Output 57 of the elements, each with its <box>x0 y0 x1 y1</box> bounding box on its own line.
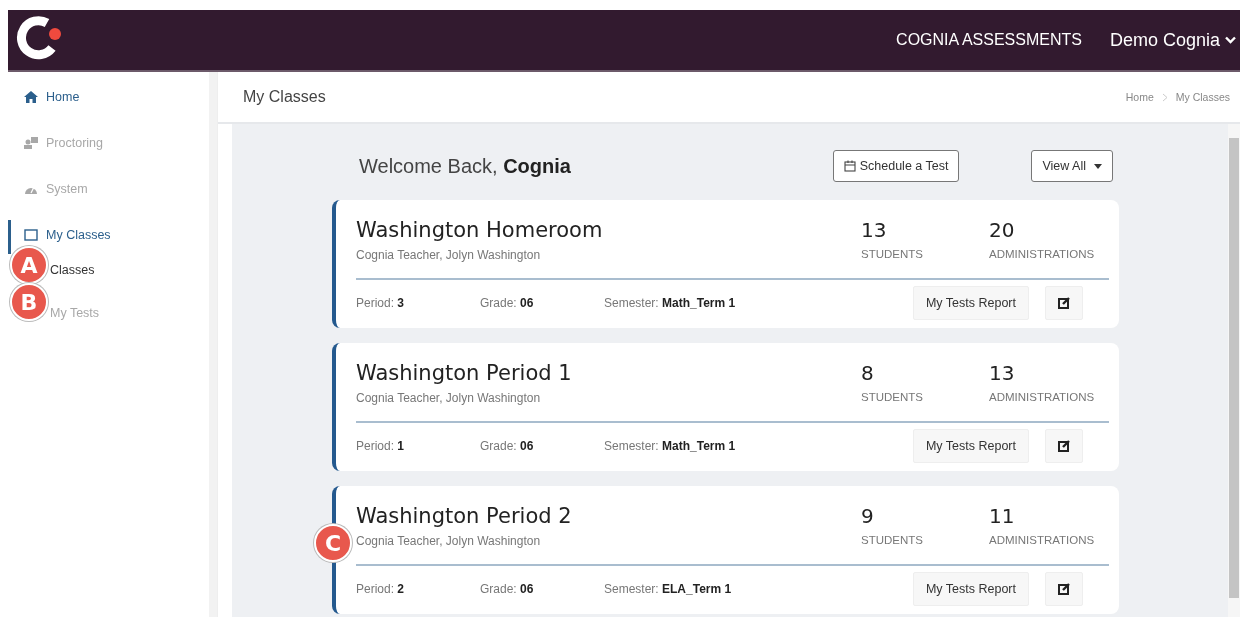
teacher-name: Cognia Teacher, Jolyn Washington <box>356 248 542 262</box>
period-text: Period: 2 <box>356 582 406 596</box>
chevron-icon <box>1161 92 1168 102</box>
administration-count: 13 <box>989 361 1016 385</box>
people-icon <box>24 137 38 149</box>
grade-text: Grade: 06 <box>480 439 535 453</box>
semester-text: Semester: ELA_Term 1 <box>604 582 733 596</box>
welcome-heading: Welcome Back, Cognia <box>359 154 571 178</box>
teacher-name: Cognia Teacher, Jolyn Washington <box>356 391 542 405</box>
edit-icon <box>1057 440 1071 452</box>
report-button[interactable]: My Tests Report <box>912 286 1029 320</box>
student-count: 9 <box>861 504 875 528</box>
student-count: 8 <box>861 361 875 385</box>
administration-count: 11 <box>989 504 1016 528</box>
administration-count: 20 <box>989 218 1016 242</box>
stat-label: STUDENTS <box>861 534 924 546</box>
period-text: Period: 1 <box>356 439 406 453</box>
sidebar-item[interactable]: My Classes <box>24 226 111 244</box>
page-title: My Classes <box>243 88 326 106</box>
edit-button[interactable] <box>1045 286 1083 320</box>
stat-label: STUDENTS <box>861 248 924 260</box>
board-icon <box>24 229 38 241</box>
stat-label: ADMINISTRATIONS <box>989 248 1095 260</box>
view-all-dropdown[interactable]: View All <box>1031 150 1113 182</box>
class-name[interactable]: Washington Period 2 <box>356 504 861 528</box>
scrollbar[interactable] <box>209 72 217 617</box>
stat-label: ADMINISTRATIONS <box>989 534 1095 546</box>
stat-label: ADMINISTRATIONS <box>989 391 1095 403</box>
scrollbar-thumb[interactable] <box>1229 138 1239 598</box>
home-icon <box>24 91 38 103</box>
report-button[interactable]: My Tests Report <box>912 429 1029 463</box>
semester-text: Semester: Math_Term 1 <box>604 439 737 453</box>
semester-text: Semester: Math_Term 1 <box>604 296 737 310</box>
edit-button[interactable] <box>1045 572 1083 606</box>
grade-text: Grade: 06 <box>480 296 535 310</box>
class-name[interactable]: Washington Period 1 <box>356 361 861 385</box>
teacher-name: Cognia Teacher, Jolyn Washington <box>356 534 542 548</box>
caret-icon <box>1094 163 1102 169</box>
breadcrumb-link[interactable]: Home <box>1125 91 1154 103</box>
calendar-icon <box>843 160 856 172</box>
edit-icon <box>1057 297 1071 309</box>
sidebar-item[interactable]: Home <box>24 88 80 106</box>
period-text: Period: 3 <box>356 296 406 310</box>
report-button[interactable]: My Tests Report <box>912 572 1029 606</box>
edit-icon <box>1057 583 1071 595</box>
scrollbar[interactable] <box>1228 124 1240 617</box>
breadcrumb-link[interactable]: My Classes <box>1175 91 1230 103</box>
chevron-icon <box>1225 36 1236 44</box>
stat-label: STUDENTS <box>861 391 924 403</box>
app-name[interactable]: COGNIA ASSESSMENTS <box>896 31 1082 49</box>
class-name[interactable]: Washington Homeroom <box>356 218 861 242</box>
grade-text: Grade: 06 <box>480 582 535 596</box>
student-count: 13 <box>861 218 888 242</box>
edit-button[interactable] <box>1045 429 1083 463</box>
user-menu[interactable]: Demo Cognia <box>1109 29 1236 51</box>
sidebar-subitem[interactable]: Classes <box>50 263 95 277</box>
schedule-test-button[interactable]: Schedule a Test <box>832 150 960 182</box>
